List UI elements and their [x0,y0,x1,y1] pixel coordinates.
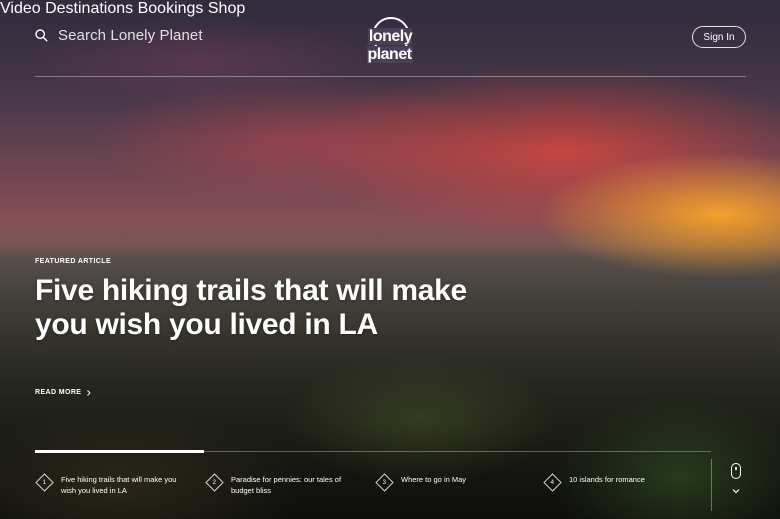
carousel-item[interactable]: 4 10 islands for romance [543,473,687,492]
nav-bookings[interactable]: Bookings [138,0,204,17]
mouse-scroll-icon[interactable] [731,463,741,479]
nav-video[interactable]: Video [0,0,41,17]
carousel-number-badge: 1 [35,473,54,492]
read-more-label: READ MORE [35,389,82,396]
search-icon [35,29,48,42]
carousel-item-title: Five hiking trails that will make you wi… [61,475,177,495]
carousel-item-title: 10 islands for romance [569,475,645,484]
chevron-down-icon[interactable] [732,488,740,494]
carousel-number-badge: 3 [375,473,394,492]
carousel-item[interactable]: 2 Paradise for pennies: our tales of bud… [205,473,349,496]
featured-headline[interactable]: Five hiking trails that will make you wi… [35,274,495,342]
nav-destinations[interactable]: Destinations [45,0,133,17]
carousel-item-title: Where to go in May [401,475,467,484]
main-nav: Video Destinations Bookings Shop [0,0,780,18]
lonely-planet-logo[interactable]: lonely planet [346,17,434,63]
sign-in-button[interactable]: Sign In [692,26,746,48]
read-more-link[interactable]: READ MORE [35,389,92,396]
chevron-right-icon [87,389,92,396]
site-header: Search Lonely Planet lonely planet Video… [0,0,780,78]
carousel-item[interactable]: 3 Where to go in May [375,473,519,492]
carousel-item[interactable]: 1 Five hiking trails that will make you … [35,473,179,496]
carousel-item-title: Paradise for pennies: our tales of budge… [231,475,342,495]
logo-wordmark: lonely planet [367,28,413,63]
carousel-divider [711,459,712,511]
nav-shop[interactable]: Shop [208,0,245,17]
featured-article-label: FEATURED ARTICLE [35,258,112,265]
search-box[interactable]: Search Lonely Planet [35,27,203,44]
carousel-progress [35,450,204,453]
search-input[interactable]: Search Lonely Planet [58,27,203,44]
carousel-number-badge: 4 [543,473,562,492]
header-divider [35,76,746,77]
carousel-number-badge: 2 [205,473,224,492]
